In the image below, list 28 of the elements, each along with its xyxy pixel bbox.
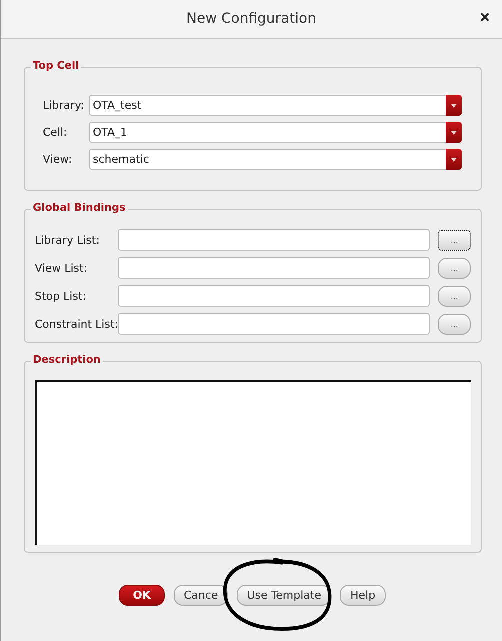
browse-button[interactable]: ... xyxy=(438,230,472,250)
browse-button[interactable]: ... xyxy=(438,286,472,306)
dialog-button[interactable]: Cance xyxy=(174,585,228,606)
field-label: View List: xyxy=(35,262,89,274)
window-title: New Configuration xyxy=(186,11,316,27)
dropdown[interactable]: OTA_1 xyxy=(89,122,462,143)
input-field[interactable] xyxy=(118,285,430,307)
input-field[interactable] xyxy=(118,313,430,335)
field-label: Cell: xyxy=(43,126,68,139)
dialog-button[interactable]: Use Template xyxy=(237,585,332,606)
field-label: Stop List: xyxy=(35,290,88,302)
group-title: Global Bindings xyxy=(31,202,128,214)
description-field[interactable] xyxy=(35,380,471,545)
close-button[interactable]: × xyxy=(480,10,490,26)
dropdown[interactable]: OTA_test xyxy=(89,95,462,116)
dialog-button[interactable]: Help xyxy=(340,585,386,606)
dropdown[interactable]: schematic xyxy=(89,149,462,170)
browse-button[interactable]: ... xyxy=(438,258,472,278)
input-field[interactable] xyxy=(118,257,430,279)
group-title: Top Cell xyxy=(31,60,82,72)
browse-button[interactable]: ... xyxy=(438,314,471,334)
field-label: View: xyxy=(43,153,74,166)
input-field[interactable] xyxy=(118,229,430,251)
group-title: Description xyxy=(31,354,103,366)
field-label: Library: xyxy=(43,99,86,112)
field-label: Constraint List: xyxy=(35,318,118,330)
field-label: Library List: xyxy=(35,234,101,246)
dialog-button[interactable]: OK xyxy=(119,585,165,606)
